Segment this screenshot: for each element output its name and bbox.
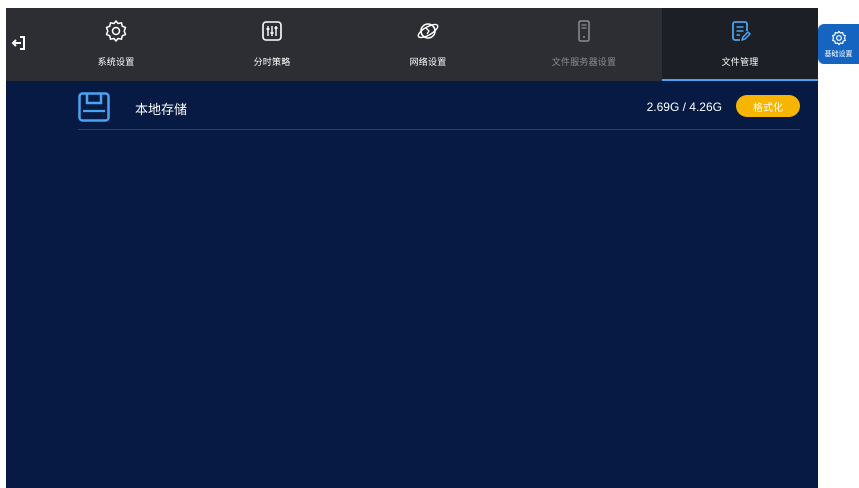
exit-arrow-icon <box>11 36 25 50</box>
gear-icon <box>105 20 127 42</box>
tab-label: 文件管理 <box>721 58 759 68</box>
tab-system-settings[interactable]: 系统设置 <box>38 8 194 81</box>
server-icon <box>578 20 590 42</box>
side-button-label: 基础设置 <box>824 49 853 58</box>
basic-settings-button[interactable]: 基础设置 <box>818 24 859 64</box>
floppy-disk-icon <box>78 92 110 122</box>
tab-network-settings[interactable]: 网络设置 <box>350 8 506 81</box>
tab-time-strategy[interactable]: 分时策略 <box>194 8 350 81</box>
tab-label: 网络设置 <box>409 58 447 68</box>
exit-button[interactable] <box>9 32 29 54</box>
sliders-icon <box>262 21 282 41</box>
document-edit-icon <box>732 21 751 41</box>
top-nav-bar: 系统设置 分时策略 网络设置 文件服务器设置 文件管理 <box>6 8 818 81</box>
gear-icon <box>831 30 846 45</box>
tab-label: 分时策略 <box>253 58 291 68</box>
tab-label: 文件服务器设置 <box>551 58 617 68</box>
storage-list-item: 本地存储 2.69G / 4.26G 格式化 <box>78 81 800 130</box>
storage-usage: 2.69G / 4.26G <box>646 100 722 114</box>
format-button[interactable]: 格式化 <box>736 95 800 117</box>
main-screen: 系统设置 分时策略 网络设置 文件服务器设置 文件管理 本地存储 2.69G /… <box>6 8 818 488</box>
tab-label: 系统设置 <box>97 58 135 68</box>
storage-name: 本地存储 <box>135 103 188 118</box>
planet-icon <box>417 23 439 39</box>
tab-file-server-settings[interactable]: 文件服务器设置 <box>506 8 662 81</box>
tab-file-management[interactable]: 文件管理 <box>662 8 818 81</box>
